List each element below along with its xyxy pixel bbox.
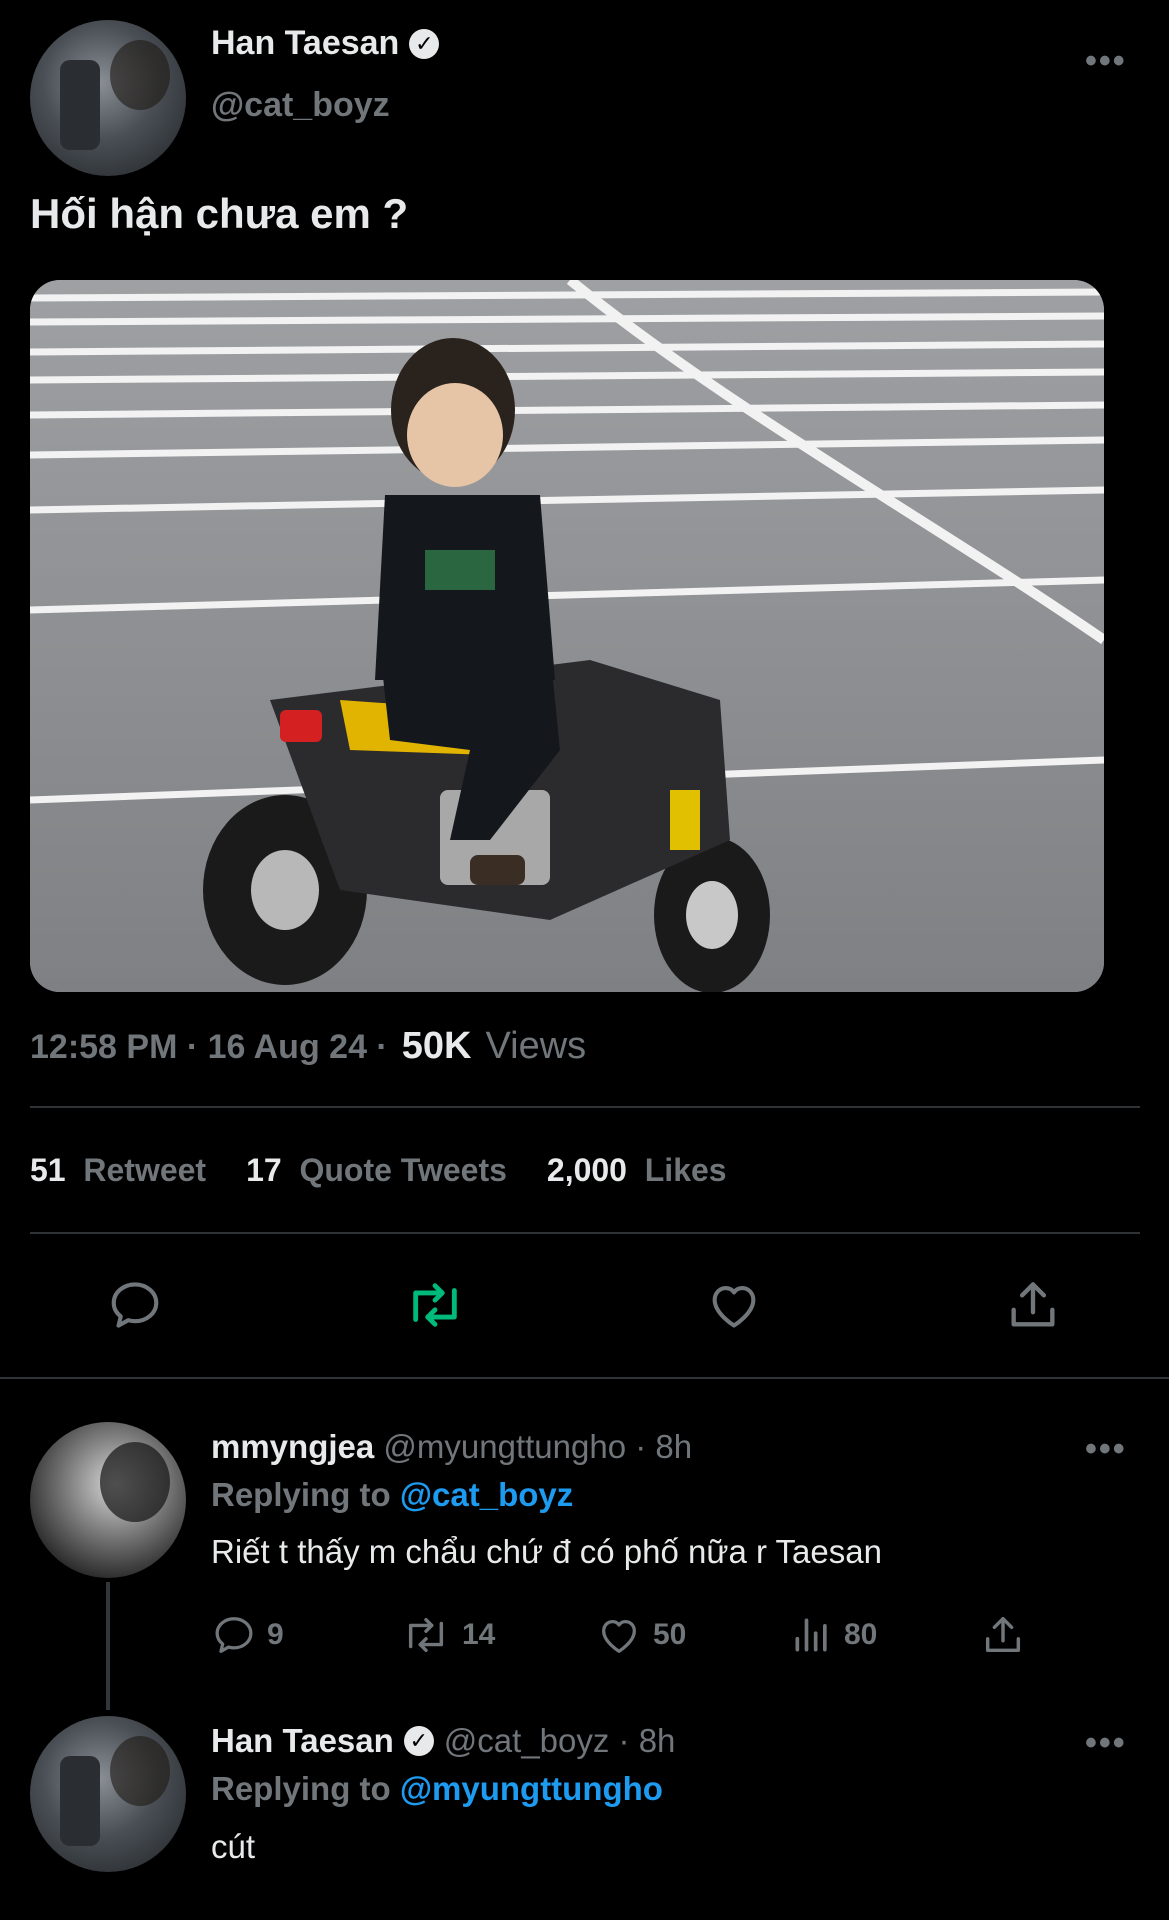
likes-count: 2,000 [546, 1152, 627, 1188]
verified-badge-icon: ✓ [409, 28, 440, 59]
reply-author-name[interactable]: mmyngjea [211, 1428, 374, 1465]
reply-button[interactable] [106, 1276, 164, 1334]
stats-row: 51 Retweet 17 Quote Tweets 2,000 Likes [30, 1152, 727, 1189]
divider-bottom [0, 1377, 1169, 1379]
parking-lot-scene-image [30, 280, 1104, 992]
author-avatar[interactable] [30, 20, 186, 176]
views-chart-icon [795, 1618, 827, 1652]
reply-author-name[interactable]: Han Taesan [211, 1722, 394, 1760]
reply-more-options-icon[interactable]: ••• [1085, 1724, 1127, 1763]
share-button[interactable] [1004, 1276, 1062, 1334]
reply-reply-button[interactable]: 9 [211, 1612, 284, 1658]
retweets-label: Retweet [83, 1152, 207, 1188]
replying-to-handle[interactable]: @cat_boyz [400, 1476, 573, 1513]
replying-to-handle[interactable]: @myungttungho [400, 1770, 663, 1807]
views-count: 50K [401, 1025, 472, 1067]
reply-text: Riết t thấy m chẩu chứ đ có phố nữa r Ta… [211, 1533, 882, 1570]
retweet-icon [408, 1617, 444, 1653]
share-icon [1011, 1282, 1055, 1327]
reply-avatar[interactable] [30, 1716, 186, 1872]
retweet-icon [413, 1283, 457, 1327]
like-count: 50 [653, 1618, 687, 1651]
reply-icon [215, 1617, 253, 1653]
reply-views-button[interactable]: 80 [790, 1612, 877, 1658]
reply-text: cút [211, 1828, 256, 1865]
retweets-stat[interactable]: 51 Retweet [30, 1152, 206, 1189]
reply-share-button[interactable] [980, 1612, 1026, 1658]
author-handle[interactable]: @cat_boyz [211, 86, 390, 125]
tweet-meta-row: 12:58 PM · 16 Aug 24 · 50K Views [30, 1025, 586, 1068]
reply-replying-to: Replying to @myungttungho [211, 1770, 663, 1808]
quotes-stat[interactable]: 17 Quote Tweets [246, 1152, 507, 1189]
retweets-count: 51 [30, 1152, 66, 1188]
reply-count: 9 [267, 1618, 284, 1651]
verified-badge-icon: ✓ [403, 1726, 434, 1756]
reply-header: Han Taesan ✓ @cat_boyz · 8h [211, 1722, 675, 1760]
heart-icon [712, 1286, 756, 1328]
share-icon [985, 1616, 1021, 1653]
reply-like-button[interactable]: 50 [595, 1612, 686, 1658]
like-button[interactable] [705, 1276, 763, 1334]
replying-to-prefix: Replying to [211, 1476, 391, 1513]
reply-more-options-icon[interactable]: ••• [1085, 1430, 1127, 1469]
heart-icon [602, 1619, 636, 1653]
quotes-count: 17 [246, 1152, 282, 1188]
more-options-icon[interactable]: ••• [1085, 42, 1127, 81]
likes-stat[interactable]: 2,000 Likes [547, 1152, 727, 1189]
author-name[interactable]: Han Taesan [211, 24, 399, 63]
divider-middle [30, 1232, 1140, 1234]
quotes-label: Quote Tweets [299, 1152, 507, 1188]
retweet-button[interactable] [403, 1276, 467, 1334]
reply-icon [111, 1282, 159, 1328]
author-name-row[interactable]: Han Taesan ✓ [211, 24, 440, 63]
views-label: Views [485, 1025, 587, 1067]
reply-replying-to: Replying to @cat_boyz [211, 1476, 573, 1514]
tweet-text: Hối hận chưa em ? [30, 190, 409, 237]
reply-retweet-button[interactable]: 14 [400, 1612, 495, 1658]
reply-header: mmyngjea @myungttungho · 8h [211, 1428, 692, 1466]
views-count: 80 [844, 1618, 878, 1651]
reply-avatar[interactable] [30, 1422, 186, 1578]
tweet-image[interactable] [30, 280, 1104, 992]
reply-handle-time[interactable]: @cat_boyz · 8h [444, 1722, 676, 1760]
tweet-timestamp[interactable]: 12:58 PM · 16 Aug 24 · [30, 1028, 388, 1067]
retweet-count: 14 [462, 1618, 496, 1651]
thread-line [106, 1582, 110, 1710]
replying-to-prefix: Replying to [211, 1770, 391, 1807]
likes-label: Likes [644, 1152, 727, 1188]
reply-handle-time[interactable]: @myungttungho · 8h [383, 1428, 692, 1465]
divider-top [30, 1106, 1140, 1108]
